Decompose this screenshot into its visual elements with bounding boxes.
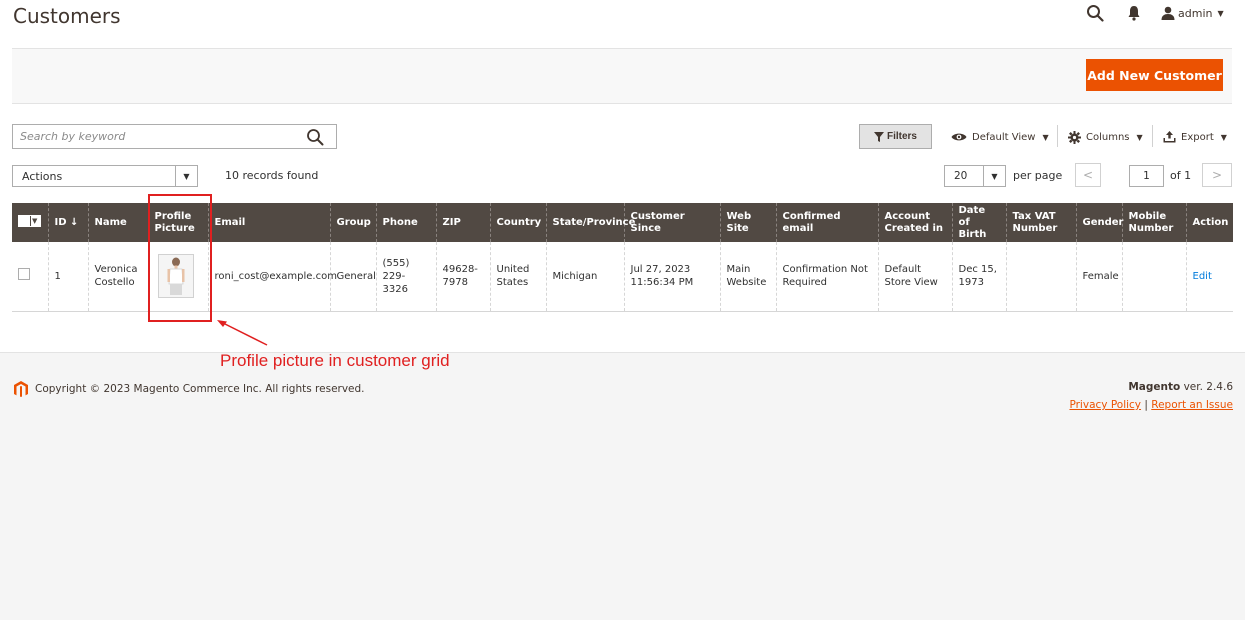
mass-actions-select[interactable]: Actions ▼ <box>12 165 198 187</box>
chevron-down-icon: ▼ <box>1042 132 1049 142</box>
export-label: Export <box>1181 131 1214 143</box>
mass-actions-label: Actions <box>22 170 63 183</box>
cell-group: General <box>329 242 376 312</box>
column-header-confirmed-email[interactable]: Confirmed email <box>775 203 878 242</box>
annotation-label: Profile picture in customer grid <box>220 351 450 370</box>
search-input[interactable] <box>13 125 303 148</box>
export-dropdown[interactable]: Export ▼ <box>1163 127 1227 147</box>
eye-icon <box>951 133 967 141</box>
per-page-label: per page <box>1013 169 1063 182</box>
cell-confirmed-email: Confirmation Not Required <box>775 242 878 312</box>
mass-select-header[interactable]: ▼ <box>12 203 48 242</box>
cell-customer-since: Jul 27, 2023 11:56:34 PM <box>623 242 720 312</box>
page-actions-bar <box>12 48 1232 104</box>
column-header-account-created-in[interactable]: Account Created in <box>877 203 952 242</box>
cell-web-site: Main Website <box>719 242 776 312</box>
column-header-state[interactable]: State/Province <box>545 203 635 242</box>
gear-icon <box>1068 130 1081 144</box>
column-header-country[interactable]: Country <box>489 203 546 242</box>
version-number: ver. 2.4.6 <box>1183 381 1233 393</box>
bell-icon[interactable] <box>1127 5 1141 21</box>
footer-links: Privacy Policy | Report an Issue <box>1069 399 1233 411</box>
row-checkbox[interactable] <box>18 268 30 281</box>
edit-link[interactable]: Edit <box>1193 271 1212 282</box>
cell-email: roni_cost@example.com <box>207 242 337 312</box>
column-header-customer-since[interactable]: Customer Since <box>623 203 720 242</box>
column-header-tax-vat[interactable]: Tax VAT Number <box>1005 203 1076 242</box>
cell-account-created-in: Default Store View <box>877 242 952 312</box>
column-header-zip[interactable]: ZIP <box>435 203 490 242</box>
chevron-down-icon: ▼ <box>175 166 197 186</box>
chevron-down-icon: ▼ <box>1220 132 1227 142</box>
search-submit-icon[interactable] <box>306 128 324 146</box>
chevron-down-icon: ▼ <box>1136 132 1143 142</box>
column-header-id[interactable]: ID ↓ <box>47 203 88 242</box>
cell-zip: 49628-7978 <box>435 242 490 312</box>
default-view-dropdown[interactable]: Default View ▼ <box>951 127 1049 147</box>
columns-dropdown[interactable]: Columns ▼ <box>1068 127 1143 147</box>
column-header-action: Action <box>1185 203 1233 242</box>
cell-state: Michigan <box>545 242 624 312</box>
column-header-mobile[interactable]: Mobile Number <box>1121 203 1186 242</box>
page-number-input[interactable]: 1 <box>1129 165 1164 187</box>
per-page-value: 20 <box>954 170 968 182</box>
mass-select-checkbox[interactable]: ▼ <box>18 215 41 227</box>
magento-version: Magento ver. 2.4.6 <box>1128 381 1233 393</box>
annotation-highlight-box <box>148 194 212 322</box>
column-header-phone[interactable]: Phone <box>375 203 436 242</box>
column-header-group[interactable]: Group <box>329 203 376 242</box>
search-icon[interactable] <box>1086 4 1104 22</box>
cell-gender: Female <box>1075 242 1122 312</box>
copyright-text: Copyright © 2023 Magento Commerce Inc. A… <box>35 383 365 395</box>
privacy-policy-link[interactable]: Privacy Policy <box>1069 399 1141 411</box>
admin-user-menu[interactable]: admin ▼ <box>1161 5 1233 21</box>
column-header-name[interactable]: Name <box>87 203 148 242</box>
add-new-customer-button[interactable]: Add New Customer <box>1086 59 1223 91</box>
link-separator: | <box>1144 399 1148 411</box>
column-header-gender[interactable]: Gender <box>1075 203 1123 242</box>
cell-country: United States <box>489 242 546 312</box>
keyword-search <box>12 124 337 149</box>
chevron-down-icon: ▼ <box>983 166 1005 186</box>
cell-id: 1 <box>47 242 88 312</box>
previous-page-button[interactable]: < <box>1075 163 1101 187</box>
filters-label: Filters <box>886 131 917 142</box>
filter-icon <box>873 131 884 142</box>
toolbar-divider <box>1057 125 1058 147</box>
cell-mobile <box>1121 242 1186 312</box>
toolbar-divider <box>1152 125 1153 147</box>
column-header-web-site[interactable]: Web Site <box>719 203 776 242</box>
total-pages: of 1 <box>1170 169 1192 182</box>
default-view-label: Default View <box>972 131 1036 143</box>
magento-brand: Magento <box>1128 381 1181 393</box>
cell-date-of-birth: Dec 15, 1973 <box>951 242 1006 312</box>
page-footer: Copyright © 2023 Magento Commerce Inc. A… <box>0 352 1245 620</box>
columns-label: Columns <box>1086 131 1130 143</box>
cell-name: Veronica Costello <box>87 242 148 312</box>
chevron-down-icon: ▼ <box>1217 8 1224 18</box>
page-title: Customers <box>13 4 121 28</box>
cell-tax-vat <box>1005 242 1076 312</box>
admin-username: admin <box>1178 6 1213 20</box>
user-icon <box>1161 6 1175 20</box>
cell-action: Edit <box>1185 242 1233 312</box>
report-issue-link[interactable]: Report an Issue <box>1151 399 1233 411</box>
per-page-select[interactable]: 20 ▼ <box>944 165 1006 187</box>
records-count: 10 records found <box>225 169 319 182</box>
column-header-email[interactable]: Email <box>207 203 330 242</box>
row-select-cell[interactable] <box>12 242 48 312</box>
next-page-button[interactable]: > <box>1202 163 1232 187</box>
cell-phone: (555) 229-3326 <box>375 242 436 312</box>
magento-logo-icon <box>14 381 28 397</box>
filters-button[interactable]: Filters <box>859 124 932 149</box>
annotation-arrow-icon <box>217 320 268 346</box>
export-icon <box>1163 131 1176 143</box>
column-header-date-of-birth[interactable]: Date of Birth <box>951 203 1006 242</box>
